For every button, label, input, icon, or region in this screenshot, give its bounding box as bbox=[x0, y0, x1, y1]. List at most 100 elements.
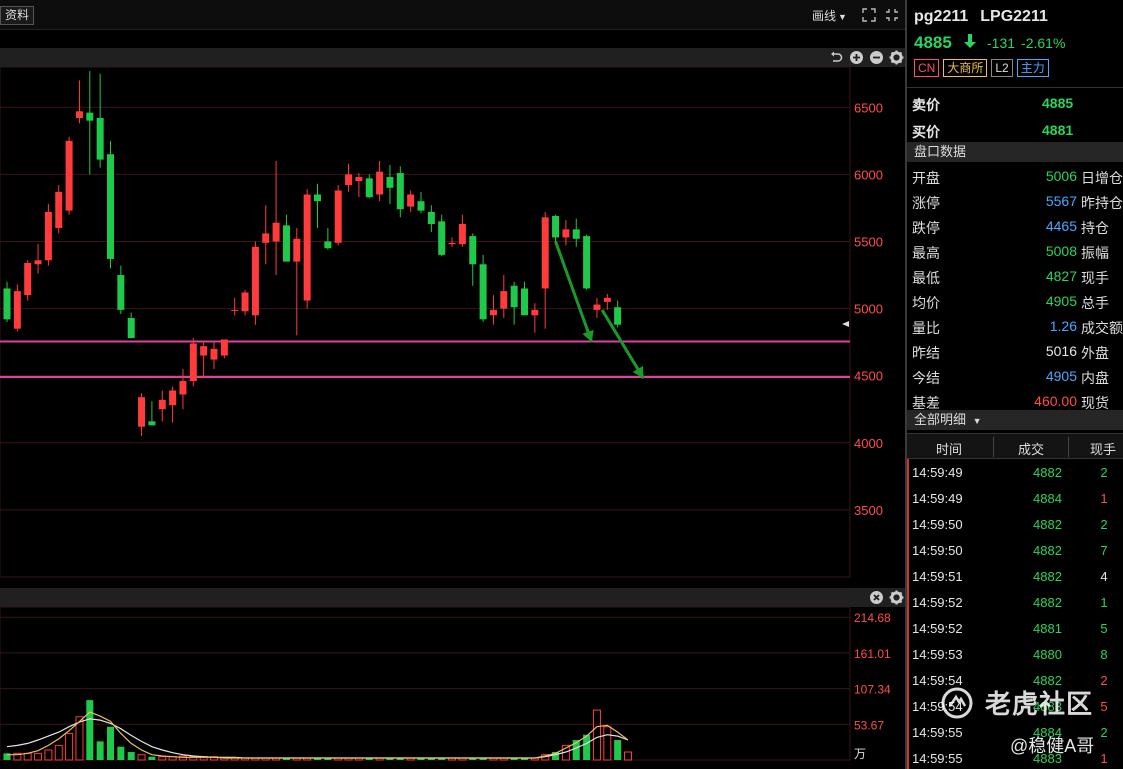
tag-l2[interactable]: L2 bbox=[991, 59, 1013, 77]
candle[interactable] bbox=[303, 189, 311, 309]
candle[interactable] bbox=[282, 214, 290, 262]
candle[interactable] bbox=[438, 214, 446, 257]
candle[interactable] bbox=[324, 228, 332, 250]
candle[interactable] bbox=[189, 338, 197, 387]
candle[interactable] bbox=[479, 254, 487, 322]
candle[interactable] bbox=[13, 284, 21, 332]
volume-bar[interactable] bbox=[614, 740, 622, 760]
tick-row[interactable]: 14:59:50 4882 7 bbox=[907, 537, 1123, 563]
candle[interactable] bbox=[489, 295, 497, 325]
volume-bar[interactable] bbox=[137, 754, 146, 761]
candle[interactable] bbox=[531, 303, 539, 333]
volume-chart[interactable]: 214.68 161.01 107.34 53.67 万 bbox=[0, 607, 905, 769]
candle[interactable] bbox=[107, 140, 114, 269]
candle[interactable] bbox=[427, 205, 435, 233]
candle[interactable] bbox=[583, 234, 591, 290]
candle[interactable] bbox=[572, 218, 580, 247]
candle[interactable] bbox=[24, 260, 32, 301]
tick-row[interactable]: 14:59:51 4882 4 bbox=[907, 563, 1123, 589]
candle[interactable] bbox=[231, 297, 239, 316]
close-icon[interactable] bbox=[869, 590, 884, 605]
candle[interactable] bbox=[210, 340, 218, 369]
candlestick-chart[interactable]: 6500 6000 5500 5000 4500 4000 3500 bbox=[0, 67, 905, 588]
candle[interactable] bbox=[169, 386, 177, 423]
candle[interactable] bbox=[355, 173, 363, 198]
candle[interactable] bbox=[220, 339, 228, 359]
candle[interactable] bbox=[55, 185, 63, 234]
volume-bar[interactable] bbox=[592, 709, 601, 761]
volume-bar[interactable] bbox=[107, 726, 114, 760]
trend-arrow[interactable] bbox=[600, 309, 645, 380]
volume-bar[interactable] bbox=[148, 756, 156, 760]
candle[interactable] bbox=[365, 174, 373, 199]
candle[interactable] bbox=[158, 390, 166, 422]
volume-bar[interactable] bbox=[583, 734, 591, 760]
candle[interactable] bbox=[3, 281, 11, 322]
candle[interactable] bbox=[521, 281, 528, 316]
fullscreen-icon[interactable] bbox=[862, 8, 876, 22]
candle[interactable] bbox=[262, 205, 270, 265]
gear-icon[interactable] bbox=[889, 50, 904, 65]
candle[interactable] bbox=[614, 300, 622, 328]
volume-bar[interactable] bbox=[34, 752, 43, 761]
candle[interactable] bbox=[448, 237, 456, 247]
candle[interactable] bbox=[541, 211, 549, 329]
candle[interactable] bbox=[200, 340, 208, 379]
candle[interactable] bbox=[179, 368, 187, 410]
volume-bar[interactable] bbox=[127, 752, 135, 760]
volume-bar[interactable] bbox=[86, 700, 94, 760]
tick-row[interactable]: 14:59:49 4882 2 bbox=[907, 459, 1123, 485]
candle[interactable] bbox=[334, 185, 342, 246]
chart-area[interactable]: 资料 画线 ▼ 6500 6000 5500 5000 4500 4000 3500 bbox=[0, 0, 905, 769]
data-button[interactable]: 资料 bbox=[0, 6, 35, 25]
detail-header[interactable]: 全部明细 ▼ bbox=[907, 410, 1123, 430]
volume-bar[interactable] bbox=[158, 756, 167, 761]
gear-icon[interactable] bbox=[889, 590, 904, 605]
volume-bar[interactable] bbox=[117, 746, 125, 760]
candle[interactable] bbox=[469, 233, 477, 286]
candle[interactable] bbox=[552, 214, 560, 245]
candle[interactable] bbox=[417, 191, 425, 214]
tick-row[interactable]: 14:59:50 4882 2 bbox=[907, 511, 1123, 537]
candle[interactable] bbox=[86, 71, 94, 175]
volume-bar[interactable] bbox=[603, 726, 612, 761]
candle[interactable] bbox=[386, 164, 394, 204]
candle[interactable] bbox=[65, 136, 73, 215]
volume-bar[interactable] bbox=[65, 732, 74, 761]
zoom-in-icon[interactable] bbox=[849, 50, 864, 65]
candle[interactable] bbox=[138, 393, 146, 437]
candle[interactable] bbox=[251, 241, 259, 325]
candle[interactable] bbox=[458, 214, 466, 247]
volume-bar[interactable] bbox=[54, 744, 63, 761]
candle[interactable] bbox=[593, 297, 601, 318]
zoom-out-icon[interactable] bbox=[869, 50, 884, 65]
candle[interactable] bbox=[603, 293, 611, 310]
candle[interactable] bbox=[376, 160, 384, 202]
candle[interactable] bbox=[96, 73, 104, 168]
candle[interactable] bbox=[293, 228, 301, 336]
tick-row[interactable]: 14:59:53 4880 8 bbox=[907, 641, 1123, 667]
candle[interactable] bbox=[127, 312, 135, 339]
volume-bar[interactable] bbox=[44, 749, 53, 761]
candle[interactable] bbox=[345, 163, 353, 192]
volume-bar[interactable] bbox=[23, 752, 32, 761]
volume-bar[interactable] bbox=[624, 751, 632, 761]
candle[interactable] bbox=[272, 160, 280, 276]
candle[interactable] bbox=[75, 80, 83, 124]
candle[interactable] bbox=[117, 265, 125, 314]
restore-icon[interactable] bbox=[885, 8, 899, 22]
candle[interactable] bbox=[34, 244, 42, 274]
candle[interactable] bbox=[241, 289, 249, 316]
candle[interactable] bbox=[148, 401, 156, 426]
candle[interactable] bbox=[407, 190, 415, 212]
tick-row[interactable]: 14:59:49 4884 1 bbox=[907, 485, 1123, 511]
undo-icon[interactable] bbox=[829, 50, 844, 65]
candle[interactable] bbox=[510, 281, 518, 325]
tick-row[interactable]: 14:59:52 4882 1 bbox=[907, 589, 1123, 615]
candle[interactable] bbox=[314, 183, 321, 229]
candle[interactable] bbox=[44, 203, 52, 266]
draw-line-dropdown[interactable]: 画线 ▼ bbox=[812, 7, 847, 24]
candle[interactable] bbox=[396, 166, 404, 218]
volume-bar[interactable] bbox=[96, 741, 104, 760]
candle[interactable] bbox=[500, 275, 508, 318]
